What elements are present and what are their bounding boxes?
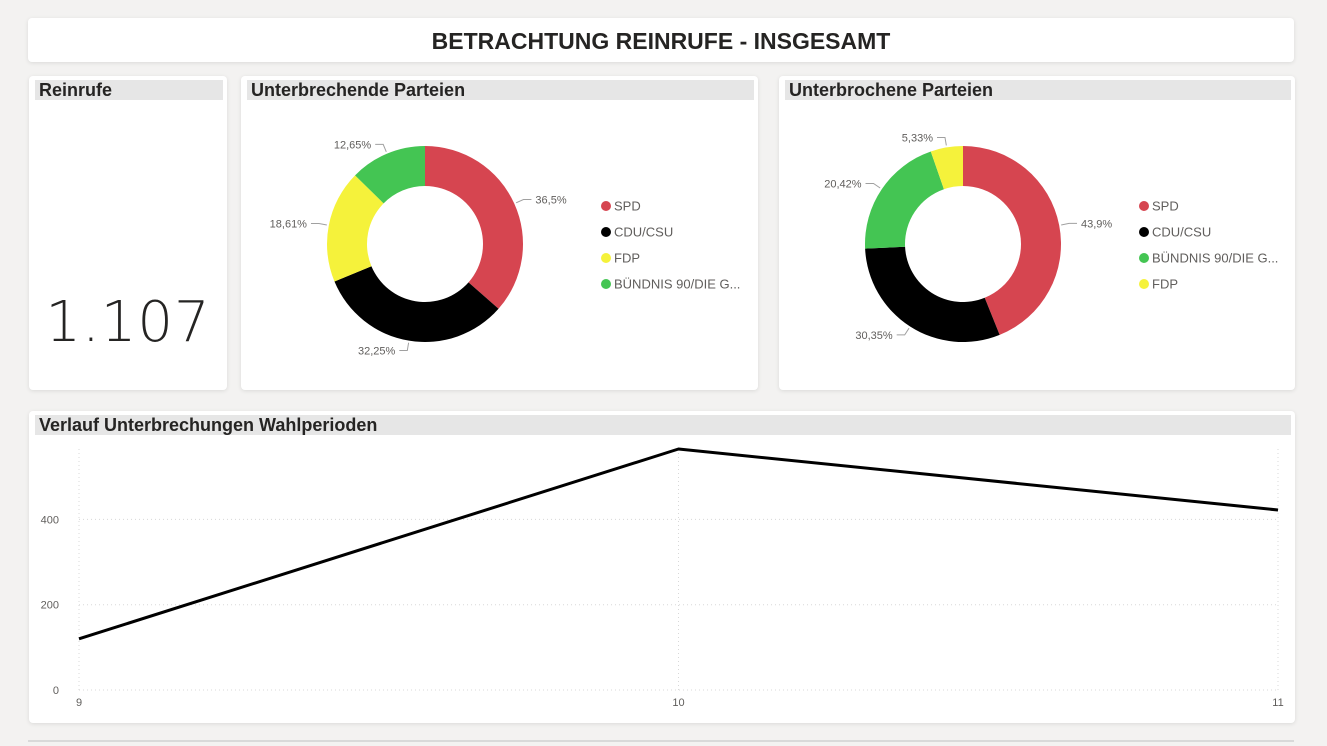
legend-marker <box>601 201 611 211</box>
legend-label[interactable]: SPD <box>614 199 641 214</box>
donut-chart-card-interrupted[interactable]: Unterbrochene Parteien 43,9% 30,35% 20,42%… <box>779 76 1295 390</box>
donut-chart-card-interrupting[interactable]: Unterbrechende Parteien 36,5% 32,25% 18,61… <box>241 76 758 390</box>
legend-label[interactable]: CDU/CSU <box>614 225 673 240</box>
leader-line <box>515 199 532 204</box>
legend-marker <box>601 253 611 263</box>
data-label: 18,61% <box>270 218 308 230</box>
legend-marker <box>1139 201 1149 211</box>
kpi-title: Reinrufe <box>35 80 223 100</box>
data-point[interactable] <box>1274 506 1282 514</box>
donut-slice[interactable] <box>865 151 944 249</box>
data-label: 20,42% <box>824 179 862 191</box>
legend-marker <box>1139 279 1149 289</box>
data-label: 5,33% <box>902 133 933 145</box>
leader-line <box>865 183 881 189</box>
leader-line <box>310 222 327 226</box>
y-tick-label: 400 <box>41 514 59 526</box>
title-card: BETRACHTUNG REINRUFE - INSGESAMT <box>28 18 1294 62</box>
data-label: 43,9% <box>1081 218 1112 230</box>
legend-marker <box>601 227 611 237</box>
donut-slice[interactable] <box>425 146 524 309</box>
leader-line <box>896 327 910 336</box>
leader-line <box>937 137 947 146</box>
donut-chart-interrupting: 36,5% 32,25% 18,61% 12,65% SPD CDU/CSU FDP BÜND… <box>270 139 741 358</box>
legend-label[interactable]: CDU/CSU <box>1152 225 1211 240</box>
y-tick-label: 200 <box>41 600 59 612</box>
legend-label[interactable]: FDP <box>1152 277 1178 292</box>
x-tick-label: 9 <box>76 697 82 709</box>
data-label: 30,35% <box>855 330 893 342</box>
legend-marker <box>601 279 611 289</box>
bottom-divider <box>28 740 1294 742</box>
leader-line <box>375 143 387 152</box>
x-tick-label: 10 <box>672 697 684 709</box>
donut-slice[interactable] <box>865 246 1000 342</box>
data-label: 36,5% <box>535 195 566 207</box>
page-title: BETRACHTUNG REINRUFE - INSGESAMT <box>431 28 891 54</box>
legend-label[interactable]: BÜNDNIS 90/DIE G... <box>614 277 740 292</box>
kpi-card[interactable]: Reinrufe 1.107 <box>29 76 227 390</box>
legend-marker <box>1139 253 1149 263</box>
data-point[interactable] <box>75 635 83 643</box>
line-chart: 0 200 400 9 10 11 <box>41 445 1284 709</box>
legend-label[interactable]: BÜNDNIS 90/DIE G... <box>1152 251 1278 266</box>
data-label: 32,25% <box>358 346 396 358</box>
leader-line <box>1061 222 1078 226</box>
y-tick-label: 0 <box>53 685 59 697</box>
legend-label[interactable]: FDP <box>614 251 640 266</box>
kpi-value: 1.107 <box>45 290 211 355</box>
data-point[interactable] <box>675 445 683 453</box>
legend-marker <box>1139 227 1149 237</box>
donut-chart-interrupted: 43,9% 30,35% 20,42% 5,33% SPD CDU/CSU BÜNDNIS … <box>824 133 1278 342</box>
x-tick-label: 11 <box>1272 697 1283 709</box>
data-label: 12,65% <box>334 139 372 151</box>
legend-label[interactable]: SPD <box>1152 199 1179 214</box>
line-chart-card[interactable]: Verlauf Unterbrechungen Wahlperioden 0 20… <box>29 411 1295 723</box>
leader-line <box>399 342 410 352</box>
